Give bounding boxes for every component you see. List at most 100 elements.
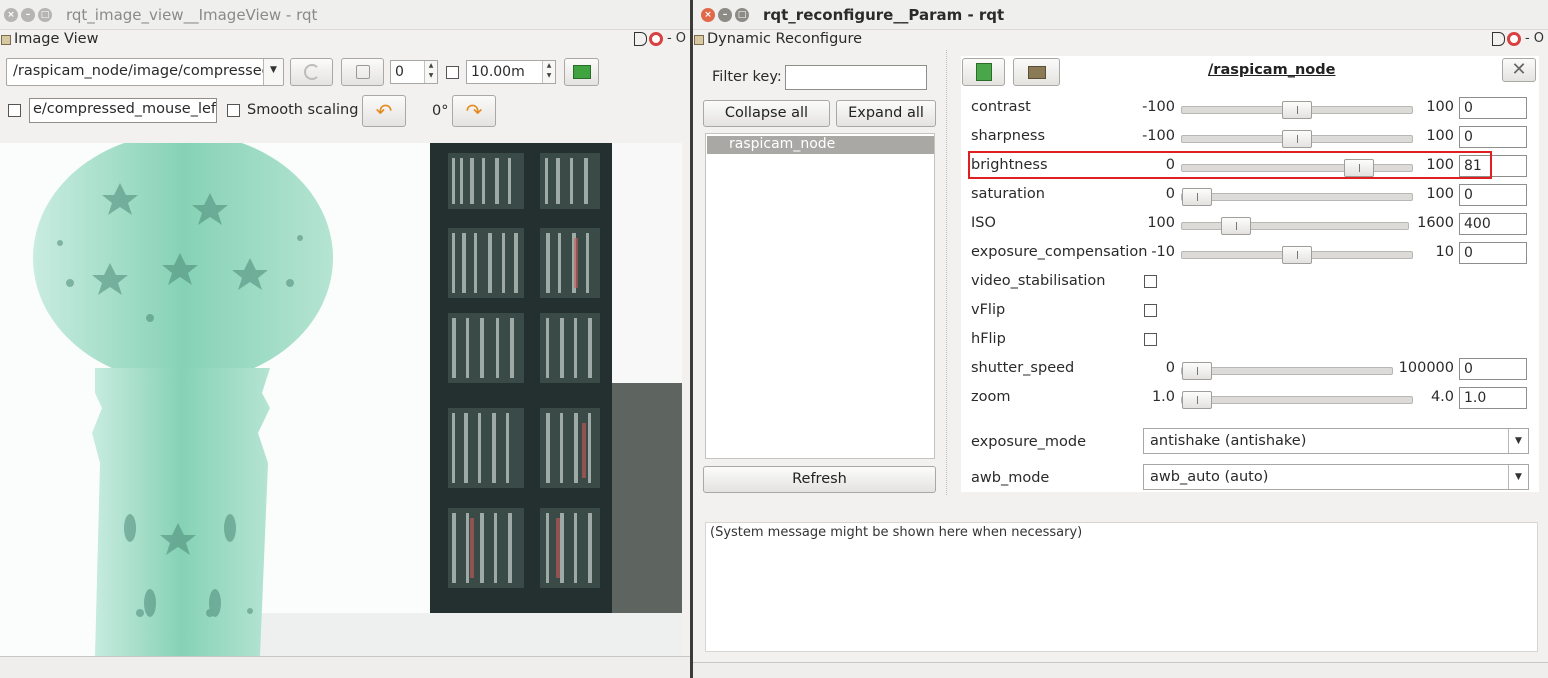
topic-select[interactable]: /raspicam_node/image/compressed ▼: [6, 58, 284, 86]
rotate-left-button[interactable]: ↶: [362, 95, 406, 127]
param-slider-sharpness[interactable]: [1181, 130, 1413, 148]
slider-handle[interactable]: [1282, 101, 1312, 119]
param-value-shutter_speed[interactable]: 0: [1459, 358, 1527, 380]
param-checkbox-video_stabilisation[interactable]: [1144, 275, 1157, 288]
collapse-all-button[interactable]: Collapse all: [703, 100, 830, 127]
param-label-exposure_mode: exposure_mode: [971, 434, 1087, 450]
download-icon: [975, 63, 992, 81]
load-params-button[interactable]: [962, 58, 1005, 86]
mouse-publish-checkbox[interactable]: [8, 104, 21, 117]
node-tree[interactable]: raspicam_node: [705, 133, 935, 459]
param-slider-zoom[interactable]: [1181, 391, 1413, 409]
chevron-down-icon[interactable]: ▼: [1508, 429, 1528, 453]
param-label-shutter_speed: shutter_speed: [971, 360, 1075, 376]
slider-handle[interactable]: [1182, 188, 1212, 206]
param-value-iso[interactable]: 400: [1459, 213, 1527, 235]
camera-image[interactable]: [0, 143, 682, 656]
number-spinbox[interactable]: 0 ▲ ▼: [390, 60, 438, 84]
param-max-shutter_speed: 100000: [1398, 360, 1454, 376]
param-slider-shutter_speed[interactable]: [1181, 362, 1393, 380]
splitter-handle[interactable]: [946, 50, 949, 495]
dock-d-icon[interactable]: [1491, 31, 1505, 46]
param-value-sharpness[interactable]: 0: [1459, 126, 1527, 148]
param-slider-contrast[interactable]: [1181, 101, 1413, 119]
slider-handle[interactable]: [1182, 391, 1212, 409]
mouse-topic-input[interactable]: e/compressed_mouse_left: [29, 98, 217, 123]
dock-d-icon[interactable]: [633, 31, 647, 46]
save-params-button[interactable]: [1013, 58, 1060, 86]
select-value: antishake (antishake): [1150, 433, 1307, 449]
refresh-topics-button[interactable]: [290, 58, 333, 86]
param-label-saturation: saturation: [971, 186, 1045, 202]
param-value-contrast[interactable]: 0: [1459, 97, 1527, 119]
param-max-saturation: 100: [1426, 186, 1454, 202]
maximize-window-button[interactable]: □: [38, 8, 52, 22]
interval-arrows-icon[interactable]: ▲ ▼: [542, 61, 555, 83]
save-image-button[interactable]: [341, 58, 384, 86]
param-min-zoom: 1.0: [1151, 389, 1175, 405]
save-icon: [355, 65, 370, 79]
smooth-scaling-checkbox[interactable]: [227, 104, 240, 117]
spin-value: 0: [395, 64, 404, 80]
smooth-scaling-label: Smooth scaling: [247, 102, 359, 118]
close-window-button[interactable]: ×: [4, 8, 18, 22]
chevron-down-icon[interactable]: ▼: [1508, 465, 1528, 489]
highlight-box: [968, 151, 1492, 179]
param-min-iso: 100: [1147, 215, 1175, 231]
param-max-contrast: 100: [1426, 99, 1454, 115]
minimize-window-button[interactable]: –: [718, 8, 732, 22]
chevron-down-icon[interactable]: ▼: [263, 59, 283, 85]
dock-title: Dynamic Reconfigure: [707, 31, 863, 47]
dock-minimize-close[interactable]: - O: [667, 31, 686, 46]
left-titlebar: × – □ rqt_image_view__ImageView - rqt: [0, 0, 690, 30]
tree-item-raspicam-node[interactable]: raspicam_node: [707, 136, 934, 154]
fit-icon: [572, 65, 591, 79]
refresh-button[interactable]: Refresh: [703, 466, 936, 493]
close-node-button[interactable]: ✕: [1502, 58, 1536, 82]
select-value: awb_auto (auto): [1150, 469, 1269, 485]
maximize-window-button[interactable]: □: [735, 8, 749, 22]
param-max-sharpness: 100: [1426, 128, 1454, 144]
dock-controls[interactable]: - O: [1491, 31, 1544, 46]
slider-handle[interactable]: [1182, 362, 1212, 380]
tree-item-label: raspicam_node: [729, 136, 836, 152]
system-message-box: (System message might be shown here when…: [705, 522, 1538, 652]
refresh-icon: [303, 64, 320, 80]
window-title: rqt_reconfigure__Param - rqt: [763, 6, 1005, 24]
param-slider-exposure_compensation[interactable]: [1181, 246, 1413, 264]
dock-controls[interactable]: - O: [633, 31, 686, 46]
param-label-zoom: zoom: [971, 389, 1011, 405]
rotate-right-button[interactable]: ↷: [452, 95, 496, 127]
slider-handle[interactable]: [1282, 130, 1312, 148]
param-label-vflip: vFlip: [971, 302, 1006, 318]
interval-spinbox[interactable]: 10.00m ▲ ▼: [466, 60, 556, 84]
slider-handle[interactable]: [1282, 246, 1312, 264]
filter-key-input[interactable]: [785, 65, 927, 90]
plugin-icon: [1, 35, 11, 45]
expand-all-button[interactable]: Expand all: [836, 100, 936, 127]
spin-arrows-icon[interactable]: ▲ ▼: [424, 61, 437, 83]
help-icon[interactable]: [1506, 31, 1521, 46]
interval-checkbox[interactable]: [446, 66, 459, 79]
fit-topic-button[interactable]: [564, 58, 599, 86]
param-value-exposure_compensation[interactable]: 0: [1459, 242, 1527, 264]
dock-minimize-close[interactable]: - O: [1525, 31, 1544, 46]
param-value-saturation[interactable]: 0: [1459, 184, 1527, 206]
param-value-zoom[interactable]: 1.0: [1459, 387, 1527, 409]
param-label-awb_mode: awb_mode: [971, 470, 1050, 486]
param-slider-iso[interactable]: [1181, 217, 1409, 235]
minimize-window-button[interactable]: –: [21, 8, 35, 22]
close-window-button[interactable]: ×: [701, 8, 715, 22]
param-label-video_stabilisation: video_stabilisation: [971, 273, 1106, 289]
param-select-exposure_mode[interactable]: antishake (antishake) ▼: [1143, 428, 1529, 454]
param-checkbox-hflip[interactable]: [1144, 333, 1157, 346]
reconfigure-window: × – □ rqt_reconfigure__Param - rqt Dynam…: [693, 0, 1548, 678]
slider-handle[interactable]: [1221, 217, 1251, 235]
interval-value: 10.00m: [471, 64, 525, 80]
param-select-awb_mode[interactable]: awb_auto (auto) ▼: [1143, 464, 1529, 490]
close-icon: ✕: [1511, 59, 1527, 80]
param-slider-saturation[interactable]: [1181, 188, 1413, 206]
help-icon[interactable]: [648, 31, 663, 46]
param-checkbox-vflip[interactable]: [1144, 304, 1157, 317]
param-min-exposure_compensation: -10: [1151, 244, 1175, 260]
